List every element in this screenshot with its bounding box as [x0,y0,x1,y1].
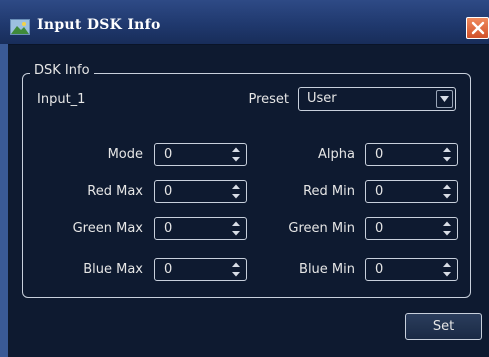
dialog-window: Input DSK Info DSK Info Input_1 Preset U… [0,0,489,357]
blue-min-label: Blue Min [299,262,355,277]
red-max-value: 0 [164,184,173,199]
spin-arrows-icon[interactable] [229,220,243,237]
spin-arrows-icon[interactable] [440,146,454,163]
spin-arrows-icon[interactable] [440,183,454,200]
spin-arrows-icon[interactable] [229,261,243,278]
chevron-down-icon [440,96,449,102]
blue-max-label: Blue Max [83,262,143,277]
app-window-icon [10,19,30,35]
close-button[interactable] [466,17,489,39]
green-min-label: Green Min [288,221,355,236]
title-bar[interactable]: Input DSK Info [0,0,489,45]
preset-select[interactable]: User [298,87,456,111]
green-max-label: Green Max [72,221,143,236]
spin-arrows-icon[interactable] [229,146,243,163]
green-max-value: 0 [164,221,173,236]
preset-dropdown-button[interactable] [436,90,453,108]
mode-value: 0 [164,147,173,162]
window-title: Input DSK Info [37,17,161,33]
preset-value: User [307,91,337,106]
red-max-spinbox[interactable]: 0 [154,180,247,203]
blue-max-value: 0 [164,262,173,277]
alpha-spinbox[interactable]: 0 [365,143,458,166]
input-name: Input_1 [37,92,86,107]
group-title: DSK Info [30,63,94,78]
set-button[interactable]: Set [405,313,482,340]
spin-arrows-icon[interactable] [440,261,454,278]
red-min-spinbox[interactable]: 0 [365,180,458,203]
close-icon [471,21,485,35]
green-max-spinbox[interactable]: 0 [154,217,247,240]
mode-label: Mode [107,147,143,162]
spin-arrows-icon[interactable] [440,220,454,237]
preset-label: Preset [248,92,289,107]
red-min-value: 0 [375,184,384,199]
spin-arrows-icon[interactable] [229,183,243,200]
mode-spinbox[interactable]: 0 [154,143,247,166]
red-max-label: Red Max [87,184,143,199]
red-min-label: Red Min [303,184,355,199]
green-min-spinbox[interactable]: 0 [365,217,458,240]
green-min-value: 0 [375,221,384,236]
blue-max-spinbox[interactable]: 0 [154,258,247,281]
blue-min-spinbox[interactable]: 0 [365,258,458,281]
alpha-value: 0 [375,147,384,162]
alpha-label: Alpha [318,147,355,162]
window-left-edge [0,44,8,357]
blue-min-value: 0 [375,262,384,277]
